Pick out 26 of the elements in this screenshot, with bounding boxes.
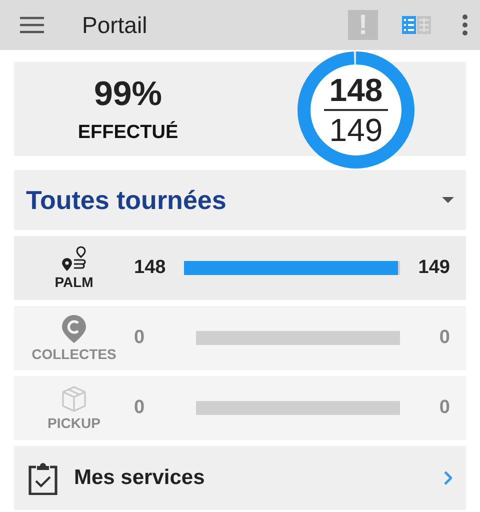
clipboard-check-icon [28,461,58,495]
done-count: 0 [134,397,146,419]
done-count: 0 [134,327,146,349]
total-count: 0 [438,327,450,349]
more-options-icon[interactable] [462,14,468,36]
category-label: PICKUP [48,415,100,431]
category-row[interactable]: PALM 148 149 [14,236,466,300]
category-label: COLLECTES [32,346,116,362]
view-toggle-icon[interactable] [402,15,432,35]
app-title: Portail [82,12,148,38]
chevron-right-icon [444,471,452,485]
total-count: 0 [438,397,450,419]
map-pin-icon [61,314,87,344]
round-filter-dropdown[interactable]: Toutes tournées [14,170,466,230]
total-count: 149 [329,113,383,147]
done-count: 148 [134,257,167,279]
category-label: PALM [54,274,94,290]
total-count: 149 [417,257,450,279]
completion-label: EFFECTUÉ [78,122,178,144]
box-icon [61,385,87,413]
caret-icon [442,197,454,203]
route-pin-icon [61,246,87,272]
services-button[interactable]: Mes services [14,446,466,510]
done-count: 148 [329,73,383,107]
menu-icon[interactable] [20,16,44,34]
completion-percent: 99% [94,74,162,114]
